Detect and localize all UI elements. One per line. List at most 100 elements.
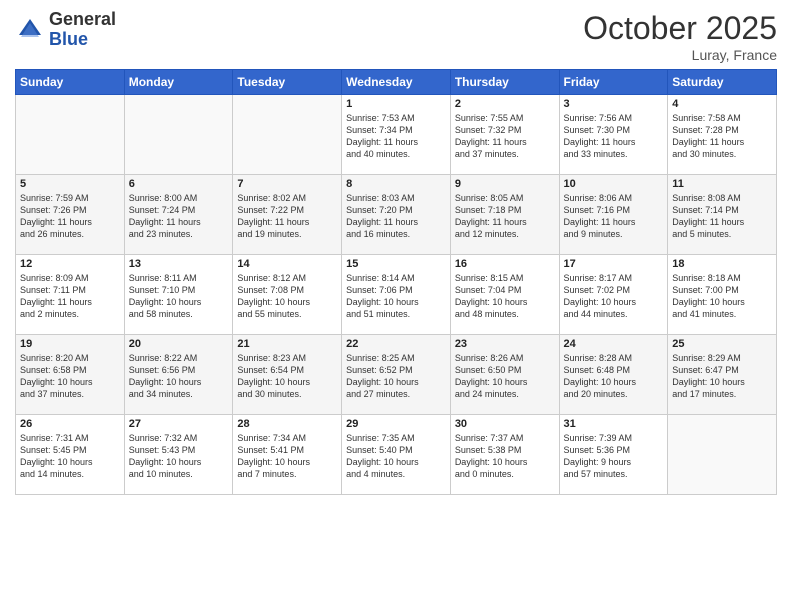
table-row (233, 95, 342, 175)
table-row: 22 Sunrise: 8:25 AM Sunset: 6:52 PM Dayli… (342, 335, 451, 415)
day-number: 23 (455, 338, 555, 350)
day-number: 21 (237, 338, 337, 350)
cell-content: Sunrise: 8:26 AM Sunset: 6:50 PM Dayligh… (455, 352, 555, 401)
logo-blue-text: Blue (49, 30, 116, 50)
cell-content: Sunrise: 7:32 AM Sunset: 5:43 PM Dayligh… (129, 432, 229, 481)
table-row: 12Sunrise: 8:09 AM Sunset: 7:11 PM Dayli… (16, 255, 125, 335)
day-number: 22 (346, 338, 446, 350)
cell-content: Sunrise: 7:55 AM Sunset: 7:32 PM Dayligh… (455, 112, 555, 161)
day-number: 12 (20, 258, 120, 270)
cell-content: Sunrise: 8:15 AM Sunset: 7:04 PM Dayligh… (455, 272, 555, 321)
table-row: 13Sunrise: 8:11 AM Sunset: 7:10 PM Dayli… (124, 255, 233, 335)
day-number: 9 (455, 178, 555, 190)
calendar-week-5: 26Sunrise: 7:31 AM Sunset: 5:45 PM Dayli… (16, 415, 777, 495)
day-number: 10 (564, 178, 664, 190)
calendar-header-row: Sunday Monday Tuesday Wednesday Thursday… (16, 70, 777, 95)
table-row (668, 415, 777, 495)
table-row: 19 Sunrise: 8:20 AM Sunset: 6:58 PM Dayli… (16, 335, 125, 415)
day-number: 17 (564, 258, 664, 270)
day-number: 24 (564, 338, 664, 350)
table-row: 28 Sunrise: 7:34 AM Sunset: 5:41 PM Dayli… (233, 415, 342, 495)
day-number: 30 (455, 418, 555, 430)
day-number: 29 (346, 418, 446, 430)
day-number: 26 (20, 418, 120, 430)
cell-content: Sunrise: 8:25 AM Sunset: 6:52 PM Dayligh… (346, 352, 446, 401)
table-row: 2 Sunrise: 7:55 AM Sunset: 7:32 PM Daylig… (450, 95, 559, 175)
day-number: 3 (564, 98, 664, 110)
table-row: 31Sunrise: 7:39 AM Sunset: 5:36 PM Dayli… (559, 415, 668, 495)
table-row: 30 Sunrise: 7:37 AM Sunset: 5:38 PM Dayli… (450, 415, 559, 495)
table-row: 10 Sunrise: 8:06 AM Sunset: 7:16 PM Dayli… (559, 175, 668, 255)
cell-content: Sunrise: 8:05 AM Sunset: 7:18 PM Dayligh… (455, 192, 555, 241)
cell-content: Sunrise: 8:03 AM Sunset: 7:20 PM Dayligh… (346, 192, 446, 241)
header-friday: Friday (559, 70, 668, 95)
table-row: 20Sunrise: 8:22 AM Sunset: 6:56 PM Dayli… (124, 335, 233, 415)
table-row: 16 Sunrise: 8:15 AM Sunset: 7:04 PM Dayli… (450, 255, 559, 335)
table-row: 15Sunrise: 8:14 AM Sunset: 7:06 PM Dayli… (342, 255, 451, 335)
calendar-week-2: 5 Sunrise: 7:59 AM Sunset: 7:26 PM Daylig… (16, 175, 777, 255)
cell-content: Sunrise: 8:28 AM Sunset: 6:48 PM Dayligh… (564, 352, 664, 401)
day-number: 2 (455, 98, 555, 110)
table-row: 7Sunrise: 8:02 AM Sunset: 7:22 PM Daylig… (233, 175, 342, 255)
cell-content: Sunrise: 8:06 AM Sunset: 7:16 PM Dayligh… (564, 192, 664, 241)
header-wednesday: Wednesday (342, 70, 451, 95)
page: General Blue October 2025 Luray, France … (0, 0, 792, 612)
day-number: 5 (20, 178, 120, 190)
table-row: 23 Sunrise: 8:26 AM Sunset: 6:50 PM Dayli… (450, 335, 559, 415)
cell-content: Sunrise: 8:20 AM Sunset: 6:58 PM Dayligh… (20, 352, 120, 401)
table-row: 14 Sunrise: 8:12 AM Sunset: 7:08 PM Dayli… (233, 255, 342, 335)
day-number: 31 (564, 418, 664, 430)
table-row: 11Sunrise: 8:08 AM Sunset: 7:14 PM Dayli… (668, 175, 777, 255)
day-number: 28 (237, 418, 337, 430)
table-row: 29 Sunrise: 7:35 AM Sunset: 5:40 PM Dayli… (342, 415, 451, 495)
table-row (124, 95, 233, 175)
table-row: 9 Sunrise: 8:05 AM Sunset: 7:18 PM Daylig… (450, 175, 559, 255)
cell-content: Sunrise: 7:34 AM Sunset: 5:41 PM Dayligh… (237, 432, 337, 481)
cell-content: Sunrise: 8:17 AM Sunset: 7:02 PM Dayligh… (564, 272, 664, 321)
day-number: 6 (129, 178, 229, 190)
table-row: 1Sunrise: 7:53 AM Sunset: 7:34 PM Daylig… (342, 95, 451, 175)
calendar-week-1: 1Sunrise: 7:53 AM Sunset: 7:34 PM Daylig… (16, 95, 777, 175)
table-row: 27 Sunrise: 7:32 AM Sunset: 5:43 PM Dayli… (124, 415, 233, 495)
day-number: 16 (455, 258, 555, 270)
day-number: 18 (672, 258, 772, 270)
title-section: October 2025 Luray, France (583, 10, 777, 63)
table-row: 5 Sunrise: 7:59 AM Sunset: 7:26 PM Daylig… (16, 175, 125, 255)
cell-content: Sunrise: 8:11 AM Sunset: 7:10 PM Dayligh… (129, 272, 229, 321)
table-row: 25Sunrise: 8:29 AM Sunset: 6:47 PM Dayli… (668, 335, 777, 415)
day-number: 15 (346, 258, 446, 270)
table-row (16, 95, 125, 175)
logo: General Blue (15, 10, 116, 50)
header-saturday: Saturday (668, 70, 777, 95)
cell-content: Sunrise: 8:12 AM Sunset: 7:08 PM Dayligh… (237, 272, 337, 321)
logo-text: General Blue (49, 10, 116, 50)
day-number: 11 (672, 178, 772, 190)
cell-content: Sunrise: 7:35 AM Sunset: 5:40 PM Dayligh… (346, 432, 446, 481)
day-number: 27 (129, 418, 229, 430)
cell-content: Sunrise: 7:56 AM Sunset: 7:30 PM Dayligh… (564, 112, 664, 161)
logo-general-text: General (49, 10, 116, 30)
day-number: 19 (20, 338, 120, 350)
calendar-week-3: 12Sunrise: 8:09 AM Sunset: 7:11 PM Dayli… (16, 255, 777, 335)
table-row: 6 Sunrise: 8:00 AM Sunset: 7:24 PM Daylig… (124, 175, 233, 255)
cell-content: Sunrise: 8:22 AM Sunset: 6:56 PM Dayligh… (129, 352, 229, 401)
table-row: 21Sunrise: 8:23 AM Sunset: 6:54 PM Dayli… (233, 335, 342, 415)
day-number: 14 (237, 258, 337, 270)
header-monday: Monday (124, 70, 233, 95)
cell-content: Sunrise: 7:37 AM Sunset: 5:38 PM Dayligh… (455, 432, 555, 481)
logo-icon (15, 15, 45, 45)
day-number: 4 (672, 98, 772, 110)
header: General Blue October 2025 Luray, France (15, 10, 777, 63)
header-sunday: Sunday (16, 70, 125, 95)
month-title: October 2025 (583, 10, 777, 47)
header-thursday: Thursday (450, 70, 559, 95)
calendar-table: Sunday Monday Tuesday Wednesday Thursday… (15, 69, 777, 495)
cell-content: Sunrise: 7:59 AM Sunset: 7:26 PM Dayligh… (20, 192, 120, 241)
cell-content: Sunrise: 8:00 AM Sunset: 7:24 PM Dayligh… (129, 192, 229, 241)
day-number: 1 (346, 98, 446, 110)
table-row: 17 Sunrise: 8:17 AM Sunset: 7:02 PM Dayli… (559, 255, 668, 335)
table-row: 8Sunrise: 8:03 AM Sunset: 7:20 PM Daylig… (342, 175, 451, 255)
header-tuesday: Tuesday (233, 70, 342, 95)
table-row: 18Sunrise: 8:18 AM Sunset: 7:00 PM Dayli… (668, 255, 777, 335)
day-number: 25 (672, 338, 772, 350)
